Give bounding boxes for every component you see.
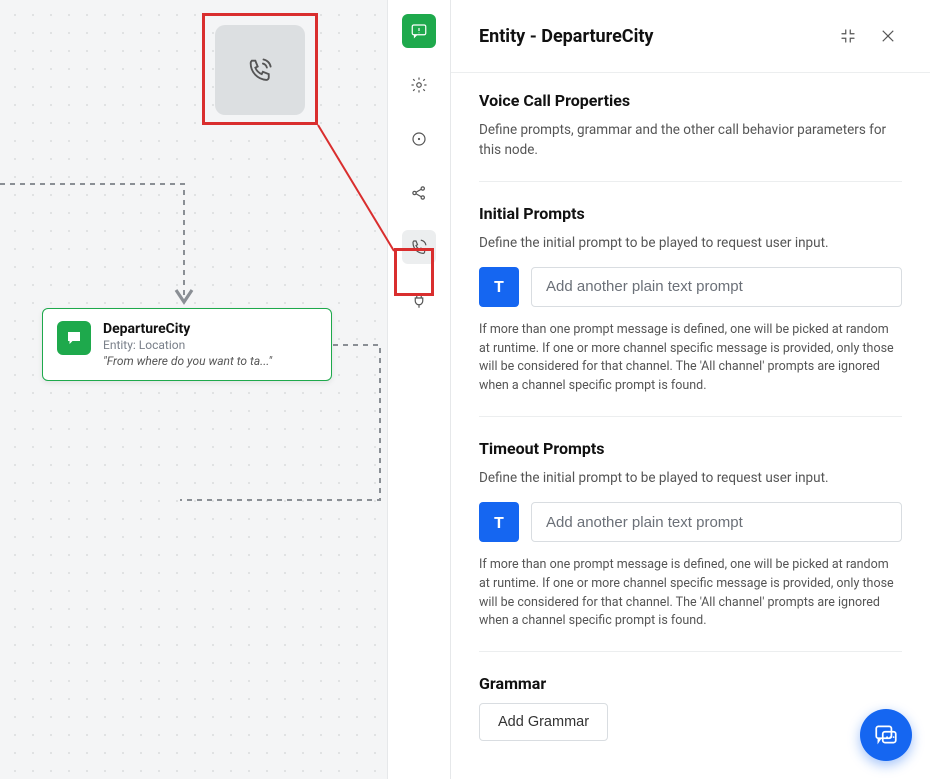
- target-icon: [410, 130, 428, 148]
- panel-body[interactable]: Voice Call Properties Define prompts, gr…: [451, 73, 930, 779]
- entity-node-subtitle: Entity: Location: [103, 338, 272, 352]
- gear-icon: [410, 76, 428, 94]
- chat-badge-icon: [410, 22, 428, 40]
- panel-tab-rail: [387, 0, 451, 779]
- plug-icon: [410, 292, 428, 310]
- timeout-prompt-input[interactable]: [531, 502, 902, 542]
- voice-call-floating-tile[interactable]: [215, 25, 305, 115]
- collapse-button[interactable]: [834, 22, 862, 50]
- initial-prompt-type-button[interactable]: T: [479, 267, 519, 307]
- section-grammar: Grammar Add Grammar: [479, 674, 902, 761]
- section-timeout-prompts: Timeout Prompts Define the initial promp…: [479, 439, 902, 652]
- rail-tab-prompts[interactable]: [402, 14, 436, 48]
- panel-header: Entity - DepartureCity: [451, 0, 930, 73]
- entity-node-title: DepartureCity: [103, 321, 272, 337]
- entity-node-icon: [57, 321, 91, 355]
- grammar-heading: Grammar: [479, 674, 902, 693]
- flow-connectors: [0, 0, 387, 779]
- share-icon: [410, 184, 428, 202]
- initial-prompts-heading: Initial Prompts: [479, 204, 902, 223]
- initial-prompts-note: If more than one prompt message is defin…: [479, 321, 902, 396]
- entity-node-text: DepartureCity Entity: Location "From whe…: [103, 321, 272, 368]
- section-initial-prompts: Initial Prompts Define the initial promp…: [479, 204, 902, 417]
- initial-prompts-desc: Define the initial prompt to be played t…: [479, 233, 902, 253]
- timeout-prompts-desc: Define the initial prompt to be played t…: [479, 468, 902, 488]
- add-grammar-button[interactable]: Add Grammar: [479, 703, 608, 741]
- properties-panel: Entity - DepartureCity Voice Call Proper…: [451, 0, 930, 779]
- collapse-icon: [839, 27, 857, 45]
- rail-tab-ivr[interactable]: [402, 284, 436, 318]
- entity-node-departurecity[interactable]: DepartureCity Entity: Location "From whe…: [42, 308, 332, 381]
- chat-fab[interactable]: [860, 709, 912, 761]
- timeout-prompt-type-button[interactable]: T: [479, 502, 519, 542]
- timeout-prompts-note: If more than one prompt message is defin…: [479, 556, 902, 631]
- close-icon: [879, 27, 897, 45]
- rail-tab-settings[interactable]: [402, 68, 436, 102]
- rail-tab-instance[interactable]: [402, 122, 436, 156]
- timeout-prompts-heading: Timeout Prompts: [479, 439, 902, 458]
- chat-icon: [873, 722, 899, 748]
- timeout-prompt-row: T: [479, 502, 902, 542]
- rail-tab-connections[interactable]: [402, 176, 436, 210]
- flow-canvas[interactable]: DepartureCity Entity: Location "From whe…: [0, 0, 387, 779]
- voice-props-heading: Voice Call Properties: [479, 91, 902, 110]
- entity-node-quote: "From where do you want to ta...": [103, 354, 272, 368]
- panel-title: Entity - DepartureCity: [479, 26, 822, 47]
- rail-tab-voice-call[interactable]: [402, 230, 436, 264]
- voice-props-desc: Define prompts, grammar and the other ca…: [479, 120, 902, 161]
- initial-prompt-row: T: [479, 267, 902, 307]
- phone-icon: [410, 238, 428, 256]
- section-voice-call-properties: Voice Call Properties Define prompts, gr…: [479, 91, 902, 182]
- initial-prompt-input[interactable]: [531, 267, 902, 307]
- phone-call-icon: [246, 56, 274, 84]
- close-button[interactable]: [874, 22, 902, 50]
